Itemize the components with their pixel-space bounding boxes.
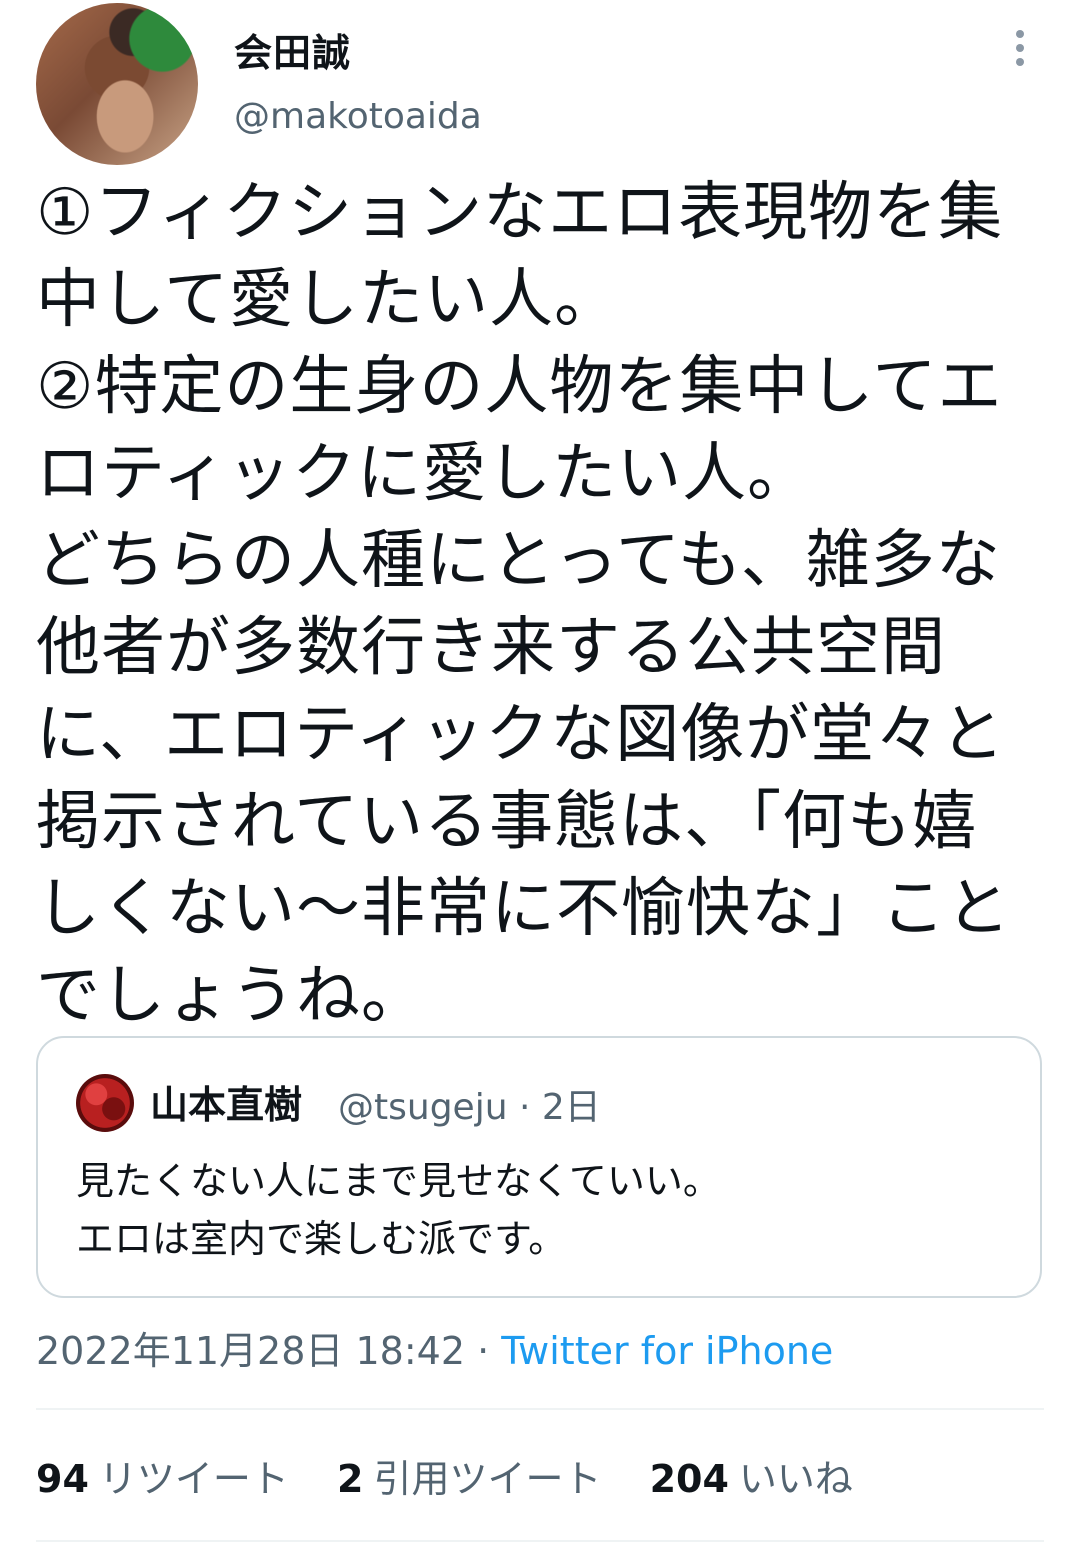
tweet-line: 中して愛したい人。 xyxy=(36,263,620,337)
quoted-line: エロは室内で楽しむ派です。 xyxy=(76,1217,567,1261)
retweet-count: 94 xyxy=(36,1457,89,1501)
tweet-line: どちらの人種にとっても、雑多な xyxy=(36,524,1001,598)
tweet-line: ①フィクションなエロ表現物を集 xyxy=(36,176,1004,250)
quoted-tweet-text: 見たくない人にまで見せなくていい。 エロは室内で楽しむ派です。 xyxy=(76,1152,721,1268)
tweet-line: に、エロティックな図像が堂々と xyxy=(36,698,1006,772)
author-avatar[interactable] xyxy=(36,3,198,165)
tweet-line: 掲示されている事態は、「何も嬉 xyxy=(36,785,978,859)
tweet-line: ロティックに愛したい人。 xyxy=(36,437,813,511)
quotes-stat[interactable]: 2 引用ツイート xyxy=(337,1457,601,1501)
tweet-line: ②特定の生身の人物を集中してエ xyxy=(36,350,1003,424)
quoted-line: 見たくない人にまで見せなくていい。 xyxy=(76,1159,721,1203)
tweet-text: ①フィクションなエロ表現物を集 中して愛したい人。 ②特定の生身の人物を集中して… xyxy=(36,170,1046,1040)
quoted-author-meta: @tsugeju · 2日 xyxy=(338,1087,601,1128)
quote-count: 2 xyxy=(337,1457,364,1501)
engagement-stats: 94 リツイート 2 引用ツイート 204 いいね xyxy=(36,1448,889,1503)
author-handle[interactable]: @makotoaida xyxy=(234,96,482,137)
tweet-metadata: 2022年11月28日 18:42 · Twitter for iPhone xyxy=(36,1320,833,1375)
author-name[interactable]: 会田誠 xyxy=(234,22,351,77)
tweet-source-link[interactable]: Twitter for iPhone xyxy=(501,1329,833,1373)
divider xyxy=(36,1408,1044,1410)
like-count: 204 xyxy=(649,1457,729,1501)
tweet-line: 他者が多数行き来する公共空間 xyxy=(36,611,946,685)
quoted-author-avatar xyxy=(76,1074,134,1132)
quote-label: 引用ツイート xyxy=(373,1457,602,1501)
tweet-line: しくない〜非常に不愉快な」こと xyxy=(36,872,1011,946)
more-options-icon[interactable] xyxy=(1012,30,1028,70)
tweet-line: でしょうね。 xyxy=(36,959,426,1033)
like-label: いいね xyxy=(738,1457,853,1501)
quoted-tweet-card[interactable]: 山本直樹 @tsugeju · 2日 見たくない人にまで見せなくていい。 エロは… xyxy=(36,1036,1042,1298)
divider xyxy=(36,1540,1044,1542)
quoted-author-name: 山本直樹 xyxy=(150,1083,303,1127)
retweets-stat[interactable]: 94 リツイート xyxy=(36,1457,289,1501)
retweet-label: リツイート xyxy=(98,1457,289,1501)
likes-stat[interactable]: 204 いいね xyxy=(650,1457,853,1501)
tweet-timestamp[interactable]: 2022年11月28日 18:42 · xyxy=(36,1329,501,1373)
